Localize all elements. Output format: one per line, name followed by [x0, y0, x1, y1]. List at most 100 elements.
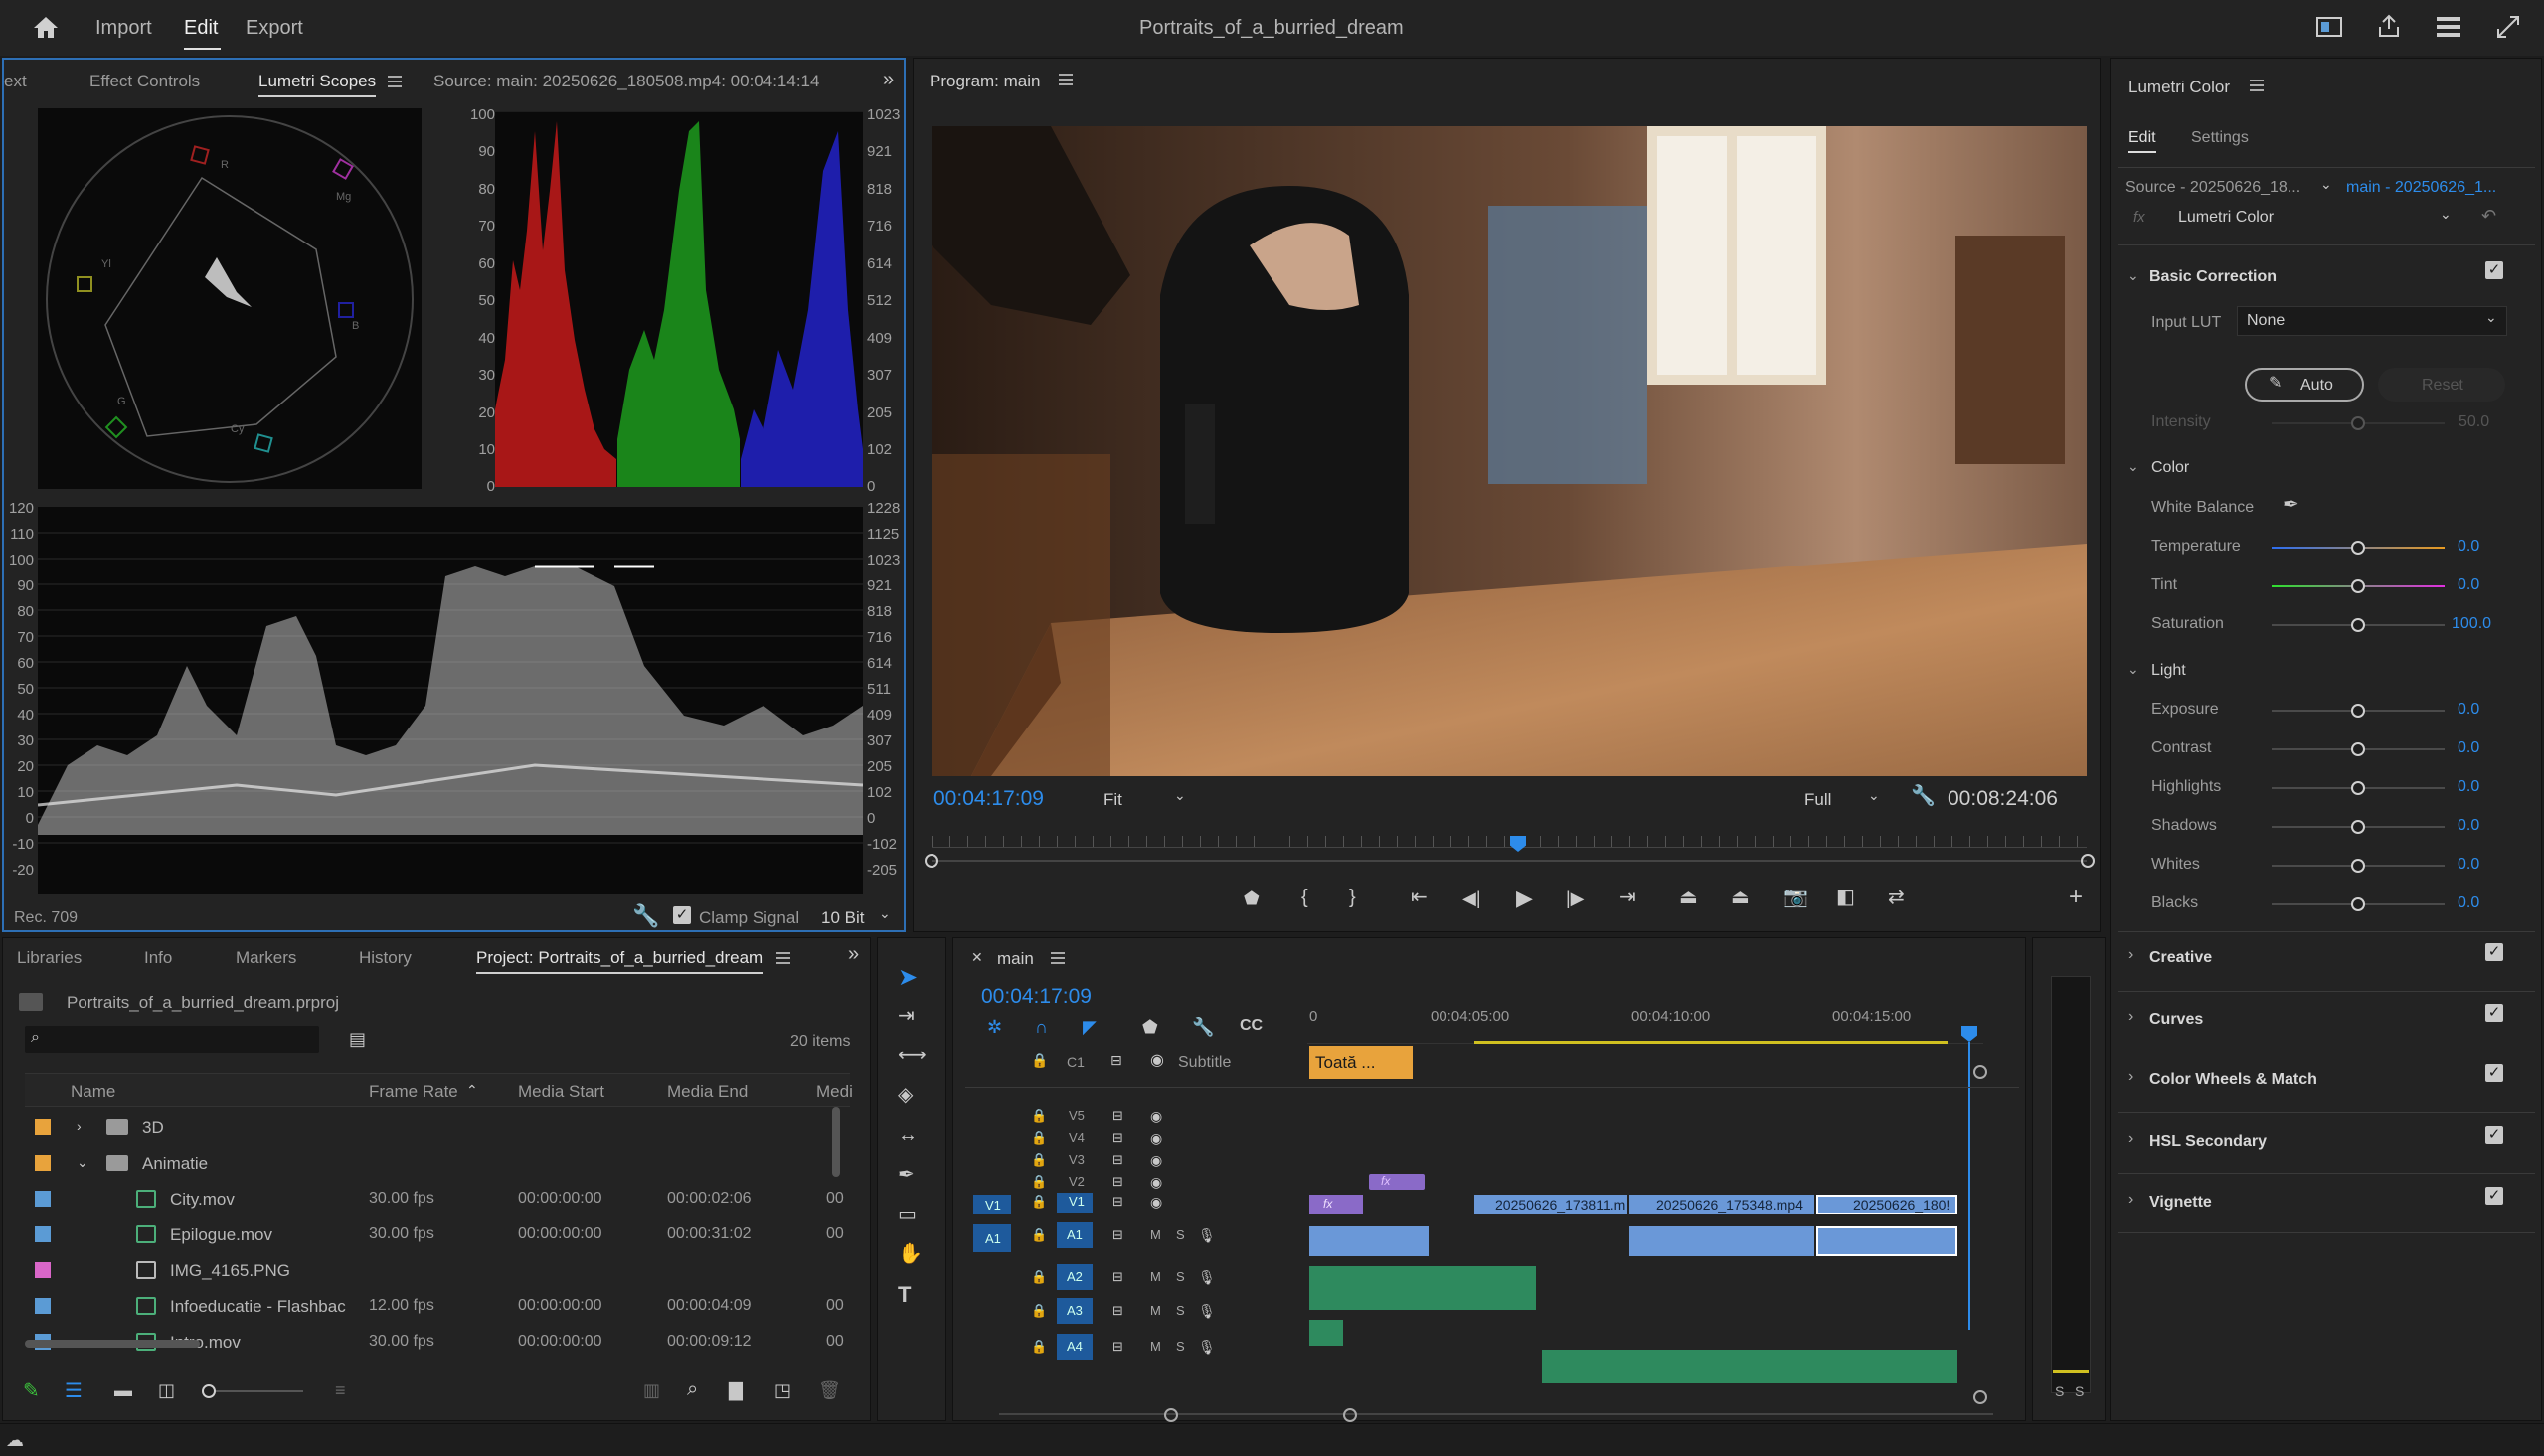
basic-correction-checkbox[interactable]: ✓ [2485, 261, 2503, 279]
workspace-icon[interactable] [2316, 16, 2342, 38]
ripple-edit-icon[interactable]: ⟷ [898, 1046, 927, 1065]
slider-knob[interactable] [2351, 579, 2365, 593]
menu-edit[interactable]: Edit [184, 18, 218, 38]
v2-clip[interactable] [1369, 1174, 1425, 1190]
zoom-handle-left[interactable] [925, 854, 938, 868]
project-scrollbar[interactable] [832, 1107, 840, 1177]
eye-icon[interactable]: ◉ [1150, 1175, 1162, 1189]
mute-button[interactable]: M [1150, 1228, 1161, 1241]
close-icon[interactable]: ✕ [971, 950, 983, 964]
tab-libraries[interactable]: Libraries [17, 938, 82, 978]
section-vignette[interactable]: Vignette [2149, 1194, 2212, 1212]
program-scrub-ruler[interactable] [932, 836, 2087, 848]
mute-button[interactable]: M [1150, 1340, 1161, 1353]
camera-icon[interactable]: 📷 [1783, 888, 1808, 907]
project-list-item[interactable]: IMG_4165.PNG [25, 1252, 850, 1288]
scroll-handle-bottom[interactable] [1973, 1390, 1987, 1404]
razor-icon[interactable]: ◈ [898, 1085, 913, 1105]
marker-icon[interactable]: ⬟ [1244, 890, 1260, 907]
lock-icon[interactable]: 🔒 [1031, 1109, 1047, 1122]
bit-depth-select[interactable]: 10 Bit [821, 909, 864, 926]
a1-clip-3[interactable] [1816, 1226, 1957, 1256]
hand-tool-icon[interactable]: ✋ [898, 1244, 923, 1264]
chevron-right-icon[interactable]: › [2128, 1069, 2133, 1085]
share-icon[interactable] [2376, 13, 2402, 39]
project-search-input[interactable] [25, 1026, 319, 1053]
scopes-menu-icon[interactable] [388, 76, 402, 87]
project-h-scrollbar[interactable] [25, 1340, 200, 1348]
toggle-sync-icon[interactable]: ⊟ [1112, 1340, 1123, 1353]
exposure-value[interactable]: 0.0 [2458, 702, 2479, 718]
comparison-view-icon[interactable]: ◧ [1836, 888, 1855, 907]
col-name[interactable]: Name [71, 1083, 115, 1100]
contrast-slider[interactable] [2272, 742, 2445, 756]
saturation-slider[interactable] [2272, 618, 2445, 632]
captions-icon[interactable]: CC [1240, 1018, 1263, 1034]
eye-icon[interactable]: ◉ [1150, 1053, 1164, 1069]
whites-value[interactable]: 0.0 [2458, 857, 2479, 873]
lumetri-menu-icon[interactable] [2250, 80, 2264, 91]
program-zoom-bar[interactable] [932, 860, 2087, 862]
solo-button[interactable]: S [1176, 1304, 1185, 1317]
tab-markers[interactable]: Markers [236, 938, 296, 978]
tint-slider[interactable] [2272, 579, 2445, 593]
freeform-view-icon[interactable]: ◫ [158, 1381, 175, 1399]
type-tool-icon[interactable]: T [898, 1284, 911, 1306]
add-button-icon[interactable]: + [2069, 886, 2083, 909]
lock-icon[interactable]: 🔒 [1031, 1131, 1047, 1144]
microphone-icon[interactable]: 🎙 [1198, 1270, 1216, 1284]
label-color-swatch[interactable] [35, 1191, 51, 1207]
panels-icon[interactable] [2436, 16, 2461, 38]
resolution-select[interactable]: Full [1804, 791, 1831, 808]
automate-icon[interactable]: ▥ [643, 1381, 660, 1399]
curves-checkbox[interactable]: ✓ [2485, 1004, 2503, 1022]
chevron-down-icon[interactable]: ⌄ [2127, 268, 2139, 282]
toggle-sync-icon[interactable]: ⊟ [1112, 1131, 1123, 1144]
blacks-value[interactable]: 0.0 [2458, 895, 2479, 911]
slip-tool-icon[interactable]: ↔ [898, 1125, 918, 1145]
lumetri-effect-select[interactable]: Lumetri Color [2178, 210, 2274, 226]
lock-icon[interactable]: 🔒 [1031, 1228, 1047, 1241]
toggle-sync-icon[interactable]: ⊟ [1112, 1153, 1123, 1166]
chevron-right-icon[interactable]: › [2128, 1009, 2133, 1025]
lumetri-source[interactable]: Source - 20250626_18... [2125, 180, 2300, 196]
pen-tool-icon[interactable]: ✒ [898, 1165, 915, 1185]
shadows-value[interactable]: 0.0 [2458, 818, 2479, 834]
fit-select[interactable]: Fit [1103, 791, 1122, 808]
reset-effect-icon[interactable]: ↶ [2481, 207, 2496, 225]
eye-icon[interactable]: ◉ [1150, 1109, 1162, 1123]
color-subsection[interactable]: Color [2151, 460, 2189, 476]
new-item-icon[interactable]: ◳ [774, 1381, 791, 1399]
zoom-handle-left[interactable] [1164, 1408, 1178, 1422]
chevron-down-icon[interactable]: ⌄ [2485, 310, 2497, 324]
program-timecode[interactable]: 00:04:17:09 [933, 788, 1044, 809]
trash-icon[interactable]: 🗑 [818, 1381, 841, 1399]
solo-button[interactable]: S [1176, 1340, 1185, 1353]
section-basic-correction[interactable]: Basic Correction [2149, 268, 2277, 286]
tab-project[interactable]: Project: Portraits_of_a_burried_dream [476, 938, 763, 978]
col-media[interactable]: Medi [816, 1083, 853, 1100]
pencil-icon[interactable]: ✎ [23, 1381, 40, 1401]
tab-effect-controls[interactable]: Effect Controls [89, 62, 200, 101]
intensity-slider[interactable] [2272, 416, 2445, 430]
tab-text[interactable]: ext [4, 62, 27, 101]
nest-icon[interactable]: ✲ [987, 1018, 1002, 1036]
label-color-swatch[interactable] [35, 1226, 51, 1242]
step-forward-icon[interactable]: |▶ [1566, 890, 1585, 907]
whites-slider[interactable] [2272, 859, 2445, 873]
play-icon[interactable]: ▶ [1516, 888, 1533, 909]
overflow-chevron-icon[interactable]: » [883, 70, 894, 89]
tint-value[interactable]: 0.0 [2458, 577, 2479, 593]
lock-icon[interactable]: 🔒 [1031, 1340, 1047, 1353]
intensity-value[interactable]: 50.0 [2459, 414, 2489, 430]
tab-lumetri-edit[interactable]: Edit [2128, 130, 2156, 146]
sort-icon[interactable]: ≡ [335, 1381, 346, 1399]
slider-knob[interactable] [2351, 541, 2365, 555]
chevron-right-icon[interactable]: › [2128, 1131, 2133, 1147]
mark-out-icon[interactable]: } [1349, 888, 1356, 907]
eye-icon[interactable]: ◉ [1150, 1153, 1162, 1167]
wrench-icon[interactable]: 🔧 [1911, 786, 1936, 806]
chevron-down-icon[interactable]: ⌄ [879, 906, 891, 920]
work-area-bar[interactable] [1474, 1041, 1948, 1044]
project-list-item[interactable]: ⌄ Animatie [25, 1145, 850, 1181]
